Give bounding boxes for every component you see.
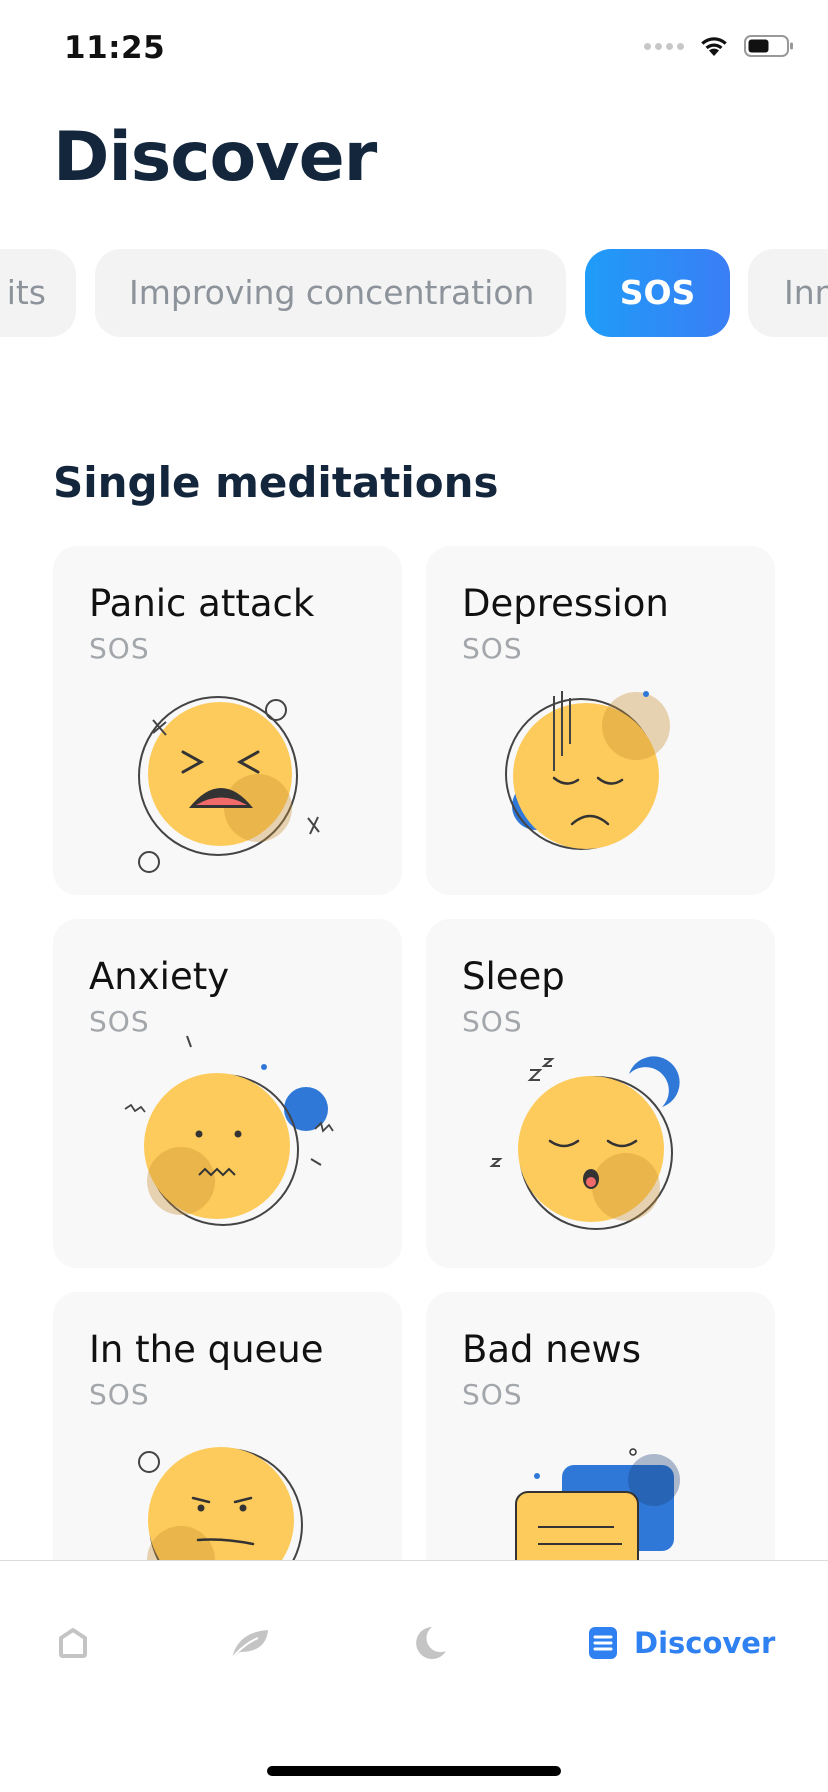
card-title: In the queue <box>89 1328 324 1371</box>
meditation-card-sleep[interactable]: Sleep SOS <box>426 919 775 1268</box>
discover-icon <box>589 1627 617 1659</box>
tab-meditate[interactable] <box>228 1611 272 1675</box>
tab-bar: Discover <box>0 1560 828 1792</box>
meditation-card-anxiety[interactable]: Anxiety SOS <box>53 919 402 1268</box>
meditation-card-panic-attack[interactable]: Panic attack SOS <box>53 546 402 895</box>
card-subtitle: SOS <box>462 1378 523 1411</box>
leaf-icon <box>231 1630 268 1659</box>
tab-discover[interactable]: Discover <box>588 1611 775 1675</box>
home-indicator <box>267 1766 561 1776</box>
card-title: Panic attack <box>89 582 315 625</box>
moon-icon <box>416 1627 446 1659</box>
meditation-card-in-the-queue[interactable]: In the queue SOS <box>53 1292 402 1560</box>
card-title: Depression <box>462 582 669 625</box>
meditation-card-bad-news[interactable]: Bad news SOS <box>426 1292 775 1560</box>
home-icon <box>59 1628 87 1658</box>
card-subtitle: SOS <box>89 1378 150 1411</box>
card-subtitle: SOS <box>462 632 523 665</box>
card-title: Sleep <box>462 955 565 998</box>
card-title: Bad news <box>462 1328 642 1371</box>
card-subtitle: SOS <box>462 1005 523 1038</box>
meditation-card-depression[interactable]: Depression SOS <box>426 546 775 895</box>
meditation-grid: Panic attack SOS Depression SOS Anxiety … <box>0 0 828 1560</box>
tab-sleep[interactable] <box>410 1611 450 1675</box>
tab-home[interactable] <box>56 1611 90 1675</box>
card-title: Anxiety <box>89 955 230 998</box>
card-subtitle: SOS <box>89 1005 150 1038</box>
card-subtitle: SOS <box>89 632 150 665</box>
tab-discover-label: Discover <box>634 1626 776 1660</box>
